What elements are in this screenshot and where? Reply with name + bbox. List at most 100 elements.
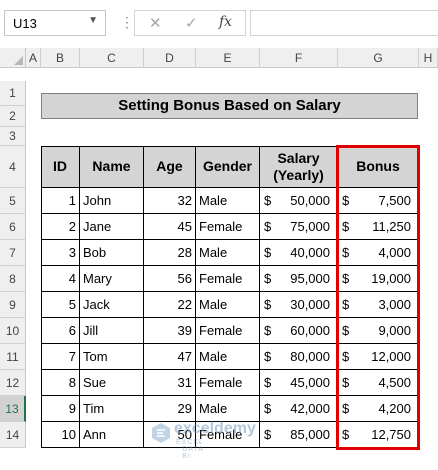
row-header-2[interactable]: 2: [0, 106, 26, 127]
cell-gender[interactable]: Male: [196, 292, 260, 318]
cell-name[interactable]: Jane: [80, 214, 144, 240]
cell-gender[interactable]: Female: [196, 422, 260, 448]
cell-salary[interactable]: $42,000: [260, 396, 338, 422]
cell-name[interactable]: Tom: [80, 344, 144, 370]
select-all-corner[interactable]: [0, 48, 26, 68]
cell-age[interactable]: 32: [144, 188, 196, 214]
cell-bonus[interactable]: $19,000: [338, 266, 419, 292]
column-header-e[interactable]: E: [196, 48, 260, 68]
column-header-g[interactable]: G: [338, 48, 419, 68]
enter-icon[interactable]: ✓: [185, 14, 198, 32]
cell-gender[interactable]: Female: [196, 266, 260, 292]
header-name[interactable]: Name: [80, 146, 144, 188]
cell-gender[interactable]: Male: [196, 240, 260, 266]
cell-bonus[interactable]: $9,000: [338, 318, 419, 344]
cell-bonus[interactable]: $12,000: [338, 344, 419, 370]
cell-id[interactable]: 7: [41, 344, 80, 370]
cell-age[interactable]: 29: [144, 396, 196, 422]
header-id[interactable]: ID: [41, 146, 80, 188]
cell-name[interactable]: Jack: [80, 292, 144, 318]
row-header-5[interactable]: 5: [0, 188, 26, 214]
cell-gender[interactable]: Female: [196, 370, 260, 396]
currency-symbol: $: [264, 349, 272, 364]
cell-name[interactable]: Ann: [80, 422, 144, 448]
cell-id[interactable]: 1: [41, 188, 80, 214]
cell-salary[interactable]: $85,000: [260, 422, 338, 448]
row-header-1[interactable]: 1: [0, 81, 26, 106]
cell-salary[interactable]: $80,000: [260, 344, 338, 370]
cell-salary[interactable]: $60,000: [260, 318, 338, 344]
cell-gender[interactable]: Male: [196, 188, 260, 214]
column-header-h[interactable]: H: [419, 48, 438, 68]
row-header-12[interactable]: 12: [0, 370, 26, 396]
cell-salary[interactable]: $50,000: [260, 188, 338, 214]
cell-bonus[interactable]: $11,250: [338, 214, 419, 240]
row-header-11[interactable]: 11: [0, 344, 26, 370]
cell-bonus[interactable]: $4,500: [338, 370, 419, 396]
row-header-7[interactable]: 7: [0, 240, 26, 266]
column-header-c[interactable]: C: [80, 48, 144, 68]
cell-age[interactable]: 45: [144, 214, 196, 240]
cell-name[interactable]: Bob: [80, 240, 144, 266]
header-bonus[interactable]: Bonus: [338, 146, 419, 188]
header-age[interactable]: Age: [144, 146, 196, 188]
cell-gender[interactable]: Female: [196, 318, 260, 344]
cell-age[interactable]: 28: [144, 240, 196, 266]
cell-id[interactable]: 3: [41, 240, 80, 266]
row-header-13[interactable]: 13: [0, 396, 26, 422]
cell-id[interactable]: 10: [41, 422, 80, 448]
cell-name[interactable]: John: [80, 188, 144, 214]
cell-bonus[interactable]: $7,500: [338, 188, 419, 214]
cell-bonus[interactable]: $4,000: [338, 240, 419, 266]
sheet-title[interactable]: Setting Bonus Based on Salary: [41, 93, 418, 119]
cell-id[interactable]: 9: [41, 396, 80, 422]
cell-salary[interactable]: $30,000: [260, 292, 338, 318]
cell-bonus[interactable]: $4,200: [338, 396, 419, 422]
cell-salary[interactable]: $40,000: [260, 240, 338, 266]
row-header-8[interactable]: 8: [0, 266, 26, 292]
cell-id[interactable]: 6: [41, 318, 80, 344]
cell-salary[interactable]: $95,000: [260, 266, 338, 292]
row-header-6[interactable]: 6: [0, 214, 26, 240]
row-header-9[interactable]: 9: [0, 292, 26, 318]
chevron-down-icon[interactable]: ▼: [88, 15, 98, 26]
formula-input[interactable]: [250, 10, 438, 36]
cell-name[interactable]: Mary: [80, 266, 144, 292]
cell-name[interactable]: Sue: [80, 370, 144, 396]
cell-age[interactable]: 22: [144, 292, 196, 318]
cell-bonus[interactable]: $3,000: [338, 292, 419, 318]
cell-id[interactable]: 4: [41, 266, 80, 292]
cancel-icon[interactable]: ✕: [149, 14, 162, 32]
row-header-3[interactable]: 3: [0, 127, 26, 146]
more-dots-icon[interactable]: ⋮: [120, 14, 134, 31]
cell-age[interactable]: 56: [144, 266, 196, 292]
cell-salary[interactable]: $75,000: [260, 214, 338, 240]
cell-name[interactable]: Tim: [80, 396, 144, 422]
cell-gender[interactable]: Female: [196, 214, 260, 240]
row-header-14[interactable]: 14: [0, 422, 26, 448]
cell-gender[interactable]: Male: [196, 396, 260, 422]
column-header-f[interactable]: F: [260, 48, 338, 68]
header-gender[interactable]: Gender: [196, 146, 260, 188]
row-header-10[interactable]: 10: [0, 318, 26, 344]
cell-age[interactable]: 31: [144, 370, 196, 396]
column-header-a[interactable]: A: [26, 48, 41, 68]
header-salary-line1: Salary: [277, 149, 320, 166]
cell-gender[interactable]: Male: [196, 344, 260, 370]
cell-age[interactable]: 50: [144, 422, 196, 448]
cell-id[interactable]: 8: [41, 370, 80, 396]
column-header-b[interactable]: B: [41, 48, 80, 68]
cell-salary[interactable]: $45,000: [260, 370, 338, 396]
cell-bonus[interactable]: $12,750: [338, 422, 419, 448]
cell-age[interactable]: 39: [144, 318, 196, 344]
header-salary[interactable]: Salary (Yearly): [260, 146, 338, 188]
insert-function-icon[interactable]: fx: [219, 14, 232, 30]
currency-symbol: $: [264, 271, 272, 286]
cell-id[interactable]: 2: [41, 214, 80, 240]
cell-age[interactable]: 47: [144, 344, 196, 370]
column-header-d[interactable]: D: [144, 48, 196, 68]
cell-id[interactable]: 5: [41, 292, 80, 318]
row-header-4[interactable]: 4: [0, 146, 26, 188]
cell-name[interactable]: Jill: [80, 318, 144, 344]
name-box[interactable]: U13 ▼: [4, 10, 106, 36]
